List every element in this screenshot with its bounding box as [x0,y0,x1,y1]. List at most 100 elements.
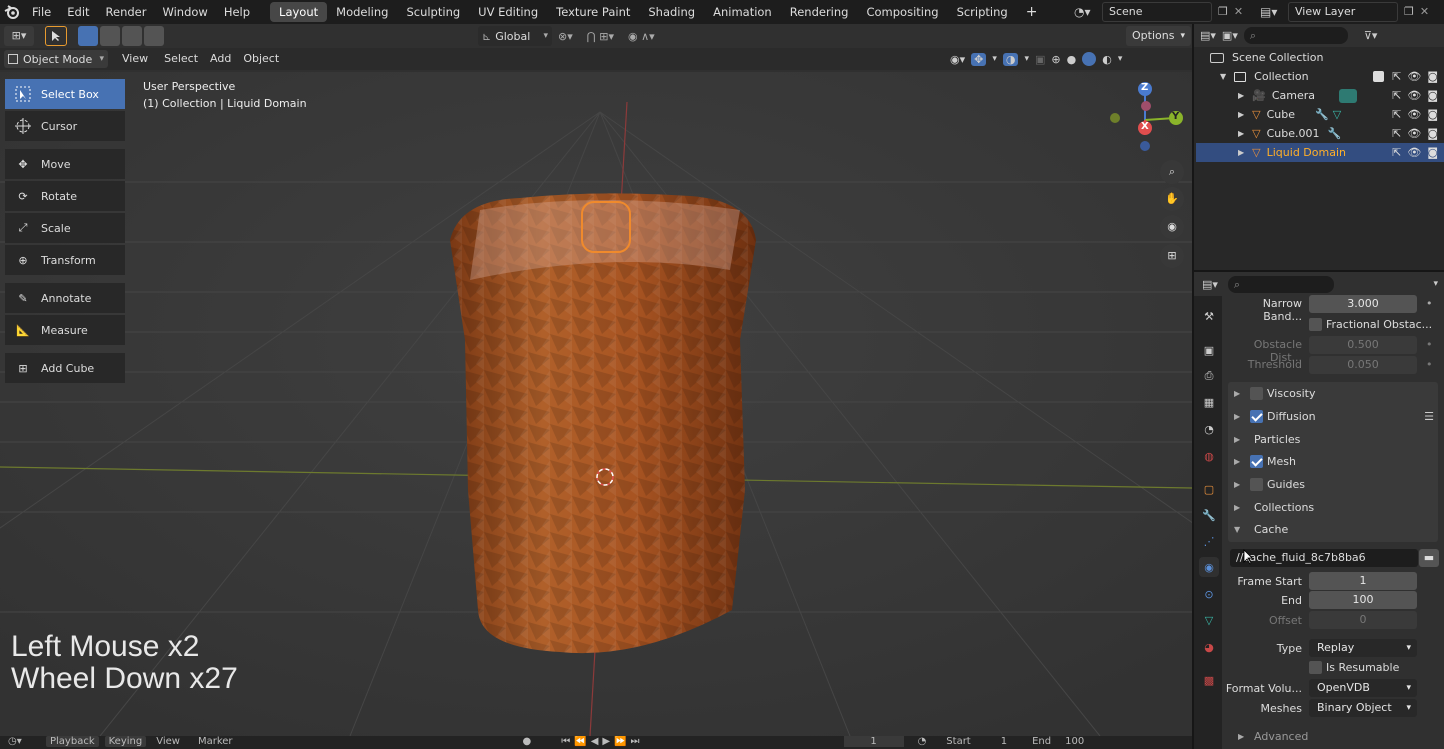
format-volumes-dropdown[interactable]: OpenVDB ▾ [1309,679,1417,697]
tool-annotate[interactable]: ✎ Annotate [5,283,125,313]
display-mode-icon[interactable]: ▣▾ [1222,29,1238,42]
expand-icon[interactable]: ▶ [1238,91,1244,100]
scene-name-field[interactable]: Scene [1102,1,1212,22]
menu-select[interactable]: Select [158,49,204,69]
modifier-tab-icon[interactable]: 🔧 [1199,505,1219,525]
delete-view-layer-icon[interactable]: ✕ [1420,5,1429,18]
type-dropdown[interactable]: Replay ▾ [1309,639,1417,657]
record-icon[interactable]: ● [523,736,532,747]
new-scene-icon[interactable]: ❐ [1218,5,1228,18]
mode-selector[interactable]: Object Mode ▾ [4,50,108,68]
overlay-toggle-icon[interactable]: ◑ [1002,52,1019,66]
current-frame-field[interactable]: 1 [843,736,904,747]
view-layer-field[interactable]: View Layer [1288,1,1398,22]
options-button[interactable]: Options ▾ [1126,26,1191,46]
texture-tab-icon[interactable]: ▩ [1199,670,1219,690]
panel-collections[interactable]: ▶ Collections [1234,501,1314,514]
solid-shading-icon[interactable]: ● [1067,53,1077,66]
tool-cursor[interactable]: Cursor [5,111,125,141]
properties-editor-icon[interactable]: ▤▾ [1202,278,1218,291]
menu-add[interactable]: Add [204,49,237,69]
threshold-field[interactable]: 0.050 [1309,356,1417,374]
tool-transform[interactable]: ⊕ Transform [5,245,125,275]
select-toggle-icon[interactable]: ⇱ [1392,108,1401,121]
menu-help[interactable]: Help [216,0,258,24]
tab-layout[interactable]: Layout [270,2,328,22]
timeline-editor-icon[interactable]: ◷▾ [8,736,36,747]
outliner-search[interactable]: ⌕ [1243,27,1348,44]
menu-keying[interactable]: Keying [104,736,147,747]
material-tab-icon[interactable]: ◕ [1199,637,1219,657]
wireframe-shading-icon[interactable]: ⊕ [1051,53,1060,66]
menu-timeline-view[interactable]: View [156,736,180,747]
expand-icon[interactable]: ▼ [1220,72,1226,81]
tab-shading[interactable]: Shading [639,2,704,22]
expand-icon[interactable]: ▶ [1238,110,1244,119]
panel-particles[interactable]: ▶ Particles [1234,433,1300,446]
zoom-icon[interactable]: ⌕ [1160,160,1184,184]
visibility-icon[interactable]: ◉▾ [950,53,965,66]
guides-checkbox[interactable] [1250,478,1263,491]
delete-scene-icon[interactable]: ✕ [1234,5,1243,18]
chevron-down-icon[interactable]: ▾ [1118,54,1123,64]
tool-add-cube[interactable]: ⊞ Add Cube [5,353,125,383]
visibility-eye-icon[interactable]: 👁 [1407,70,1421,83]
render-camera-icon[interactable]: ◙ [1427,89,1438,102]
offset-field[interactable]: 0 [1309,611,1417,629]
end-field[interactable]: 100 [1065,736,1084,747]
start-field[interactable]: 1 [1001,736,1007,747]
visibility-eye-icon[interactable]: 👁 [1407,108,1421,121]
keyframe-dot-icon[interactable]: • [1426,338,1433,351]
menu-render[interactable]: Render [98,0,155,24]
playback-controls[interactable]: ⏮⏪◀▶⏩⏭ [561,736,643,747]
outliner-item-cube-001[interactable]: ▶ ▽ Cube.001 🔧 ⇱ 👁 ◙ [1196,124,1444,143]
constraints-tab-icon[interactable]: ⊙ [1199,584,1219,604]
select-subtract-icon[interactable] [122,26,142,46]
area-divider[interactable] [1192,24,1194,749]
panel-advanced[interactable]: ▶ Advanced [1238,730,1308,743]
blender-logo-icon[interactable] [0,5,24,19]
outliner-item-camera[interactable]: ▶ 🎥 Camera ⇱ 👁 ◙ [1196,86,1444,105]
keyframe-dot-icon[interactable]: • [1426,297,1433,310]
exclude-checkbox[interactable] [1373,71,1385,82]
expand-icon[interactable]: ▶ [1238,129,1244,138]
render-tab-icon[interactable]: ▣ [1199,340,1219,360]
pivot-icon[interactable]: ⊗▾ [558,30,573,43]
tab-texture-paint[interactable]: Texture Paint [547,2,639,22]
rendered-shading-icon[interactable]: ◐ [1102,53,1112,66]
physics-tab-icon[interactable]: ◉ [1199,557,1219,577]
tool-icon[interactable] [45,26,67,46]
gizmo-toggle-icon[interactable]: ✥ [971,52,987,66]
keyframe-dot-icon[interactable]: • [1426,358,1433,371]
narrow-band-field[interactable]: 3.000 [1309,295,1417,313]
render-camera-icon[interactable]: ◙ [1427,127,1438,140]
output-tab-icon[interactable]: ⎙ [1199,366,1219,386]
tool-rotate[interactable]: ⟳ Rotate [5,181,125,211]
fractional-checkbox-box[interactable] [1309,318,1322,331]
outliner-item-cube[interactable]: ▶ ▽ Cube 🔧 ▽ ⇱ 👁 ◙ [1196,105,1444,124]
material-shading-icon[interactable] [1082,52,1097,66]
navigation-gizmo[interactable]: Z Y X [1100,78,1190,158]
resumable-checkbox-box[interactable] [1309,661,1322,674]
tool-move[interactable]: ✥ Move [5,149,125,179]
select-toggle-icon[interactable]: ⇱ [1392,146,1401,159]
meshes-dropdown[interactable]: Binary Object ▾ [1309,699,1417,717]
pan-hand-icon[interactable]: ✋ [1160,187,1184,211]
frame-start-field[interactable]: 1 [1309,572,1417,590]
select-mode-buttons[interactable] [78,26,168,46]
tab-rendering[interactable]: Rendering [781,2,858,22]
outliner-editor-icon[interactable]: ▤▾ [1200,29,1216,42]
perspective-toggle-icon[interactable]: ⊞ [1160,244,1184,268]
folder-icon[interactable]: ▬ [1419,549,1439,567]
mesh-checkbox[interactable] [1250,455,1263,468]
panel-diffusion[interactable]: ▶ Diffusion ☰ [1234,410,1434,423]
render-camera-icon[interactable]: ◙ [1427,108,1438,121]
visibility-eye-icon[interactable]: 👁 [1407,127,1421,140]
tool-tab-icon[interactable]: ⚒ [1199,306,1219,326]
properties-options-icon[interactable]: ▾ [1433,279,1438,289]
liquid-domain-mesh[interactable] [440,190,780,660]
view-layer-tab-icon[interactable]: ▦ [1199,392,1219,412]
area-divider[interactable] [1194,270,1444,272]
camera-view-icon[interactable]: ◉ [1160,215,1184,239]
select-new-icon[interactable] [78,26,98,46]
